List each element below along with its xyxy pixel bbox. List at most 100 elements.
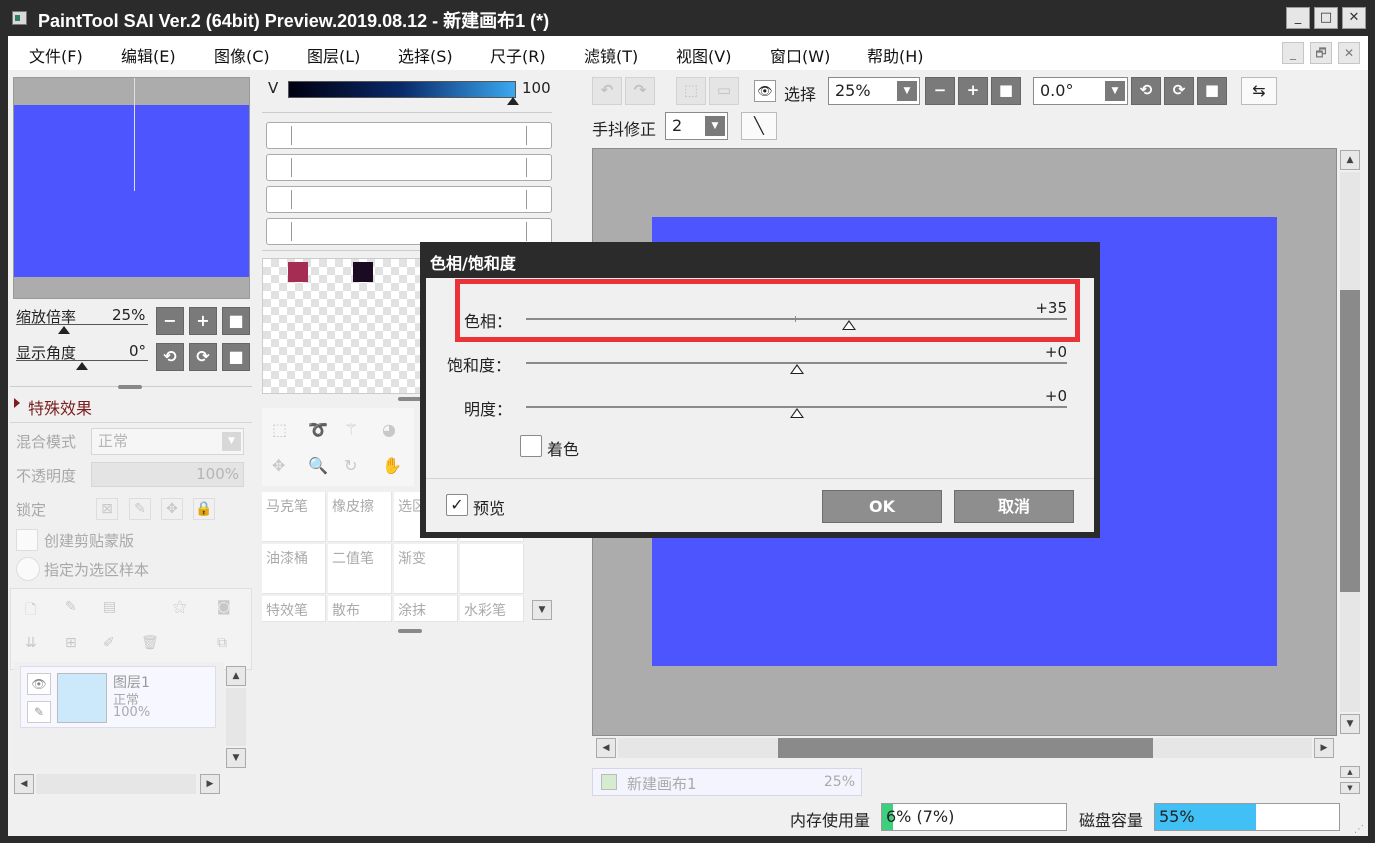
rotate-icon[interactable]: ↻ bbox=[344, 456, 357, 475]
clear-layer-icon[interactable]: ✐ bbox=[103, 635, 115, 651]
tool-marker[interactable]: 马克笔 bbox=[262, 492, 326, 542]
menu-file[interactable]: 文件(F) bbox=[29, 43, 83, 67]
layer-row[interactable]: 👁 ✎ 图层1 正常 100% bbox=[20, 666, 216, 728]
menu-ruler[interactable]: 尺子(R) bbox=[490, 43, 546, 67]
mdi-close-button[interactable]: ✕ bbox=[1338, 42, 1360, 64]
rotate-right-button[interactable]: ⟳ bbox=[189, 343, 217, 371]
opacity-slider[interactable]: 100% bbox=[91, 462, 244, 487]
mdi-minimize-button[interactable]: _ bbox=[1282, 42, 1304, 64]
zoom-out-button[interactable]: − bbox=[156, 307, 184, 335]
layer-visibility-eye-icon[interactable]: 👁 bbox=[27, 673, 51, 695]
lasso-icon[interactable]: ➰ bbox=[308, 420, 328, 439]
tool-scroll-down-button[interactable]: ▼ bbox=[532, 600, 552, 620]
custom-slider-2[interactable] bbox=[266, 154, 552, 181]
canvas-hscroll-thumb[interactable] bbox=[778, 738, 1153, 758]
tool-effect-pen[interactable]: 特效笔 bbox=[262, 596, 326, 622]
hand-icon[interactable]: ✋ bbox=[382, 456, 402, 475]
expand-arrow-icon[interactable] bbox=[14, 398, 20, 408]
color-picker-icon[interactable]: ◕ bbox=[382, 420, 396, 439]
minimize-button[interactable]: _ bbox=[1286, 7, 1310, 29]
tool-binary-pen[interactable]: 二值笔 bbox=[328, 544, 392, 594]
value-slider-thumb[interactable] bbox=[507, 97, 519, 105]
layer-scroll-down-button[interactable]: ▼ bbox=[226, 748, 246, 768]
tool-eraser[interactable]: 橡皮擦 bbox=[328, 492, 392, 542]
swatch-1[interactable] bbox=[288, 262, 308, 282]
close-button[interactable]: ✕ bbox=[1342, 7, 1366, 29]
invert-selection-button[interactable]: ▭ bbox=[709, 77, 739, 105]
zoom-combo[interactable]: 25% ▼ bbox=[828, 77, 920, 105]
toolbar-rotate-right-button[interactable]: ⟳ bbox=[1164, 77, 1194, 105]
move-icon[interactable]: ✥ bbox=[272, 456, 285, 475]
magic-wand-icon[interactable]: ⚚ bbox=[344, 420, 358, 439]
canvas-scroll-left-button[interactable]: ◀ bbox=[596, 738, 616, 758]
selection-visibility-eye-icon[interactable]: 👁 bbox=[754, 80, 776, 102]
zoom-slider[interactable] bbox=[16, 324, 148, 325]
toolbar-zoom-in-button[interactable]: + bbox=[958, 77, 988, 105]
toolbar-zoom-reset-button[interactable]: ■ bbox=[991, 77, 1021, 105]
preview-checkbox[interactable]: ✓ bbox=[446, 494, 468, 516]
layer-mask-icon[interactable]: ◙ bbox=[217, 599, 231, 615]
zoom-reset-button[interactable]: ■ bbox=[222, 307, 250, 335]
tool-empty-2[interactable] bbox=[460, 544, 524, 594]
zoom-icon[interactable]: 🔍 bbox=[308, 456, 328, 475]
lock-transparency-icon[interactable]: ⊠ bbox=[96, 498, 118, 520]
document-tab[interactable]: 新建画布1 25% bbox=[592, 768, 862, 796]
layer-effect-icon[interactable]: ⚝ bbox=[173, 599, 187, 615]
angle-slider[interactable] bbox=[16, 360, 148, 361]
canvas-scroll-up-button[interactable]: ▲ bbox=[1340, 150, 1360, 170]
zoom-in-button[interactable]: + bbox=[189, 307, 217, 335]
menu-select[interactable]: 选择(S) bbox=[398, 43, 453, 67]
custom-slider-1[interactable] bbox=[266, 122, 552, 149]
tool-bucket[interactable]: 油漆桶 bbox=[262, 544, 326, 594]
rect-select-icon[interactable]: ⬚ bbox=[272, 420, 287, 439]
zoom-slider-thumb[interactable] bbox=[58, 326, 70, 334]
tool-gradient[interactable]: 渐变 bbox=[394, 544, 458, 594]
new-vector-layer-icon[interactable]: ✎ bbox=[65, 599, 77, 615]
toolbar-zoom-out-button[interactable]: − bbox=[925, 77, 955, 105]
layer-scrollbar-track[interactable] bbox=[226, 688, 246, 746]
merge-down-icon[interactable]: ⇊ bbox=[25, 635, 37, 651]
menu-edit[interactable]: 编辑(E) bbox=[121, 43, 176, 67]
panel-splitter-handle[interactable] bbox=[118, 385, 142, 389]
layer-scroll-up-button[interactable]: ▲ bbox=[226, 666, 246, 686]
colorize-checkbox[interactable] bbox=[520, 435, 542, 457]
menu-layer[interactable]: 图层(L) bbox=[307, 43, 360, 67]
apply-mask-icon[interactable]: ⧉ bbox=[217, 635, 227, 651]
selection-sample-radio[interactable] bbox=[16, 557, 40, 581]
rotation-combo[interactable]: 0.0° ▼ bbox=[1033, 77, 1128, 105]
canvas-scroll-right-button[interactable]: ▶ bbox=[1314, 738, 1334, 758]
layer-edit-pencil-icon[interactable]: ✎ bbox=[27, 701, 51, 723]
effects-header[interactable]: 特殊效果 bbox=[28, 395, 92, 419]
menu-image[interactable]: 图像(C) bbox=[214, 43, 270, 67]
duplicate-layer-icon[interactable]: ⊞ bbox=[65, 635, 77, 651]
lightness-slider-thumb[interactable] bbox=[789, 408, 804, 418]
menu-window[interactable]: 窗口(W) bbox=[770, 43, 830, 67]
tab-scroll-down-button[interactable]: ▼ bbox=[1340, 782, 1360, 794]
new-layer-icon[interactable]: 🗋 bbox=[25, 599, 36, 623]
panel-splitter-handle[interactable] bbox=[398, 397, 422, 401]
lock-paint-icon[interactable]: ✎ bbox=[129, 498, 151, 520]
tool-smudge[interactable]: 涂抹 bbox=[394, 596, 458, 622]
canvas-scroll-down-button[interactable]: ▼ bbox=[1340, 714, 1360, 734]
layer-scroll-right-button[interactable]: ▶ bbox=[200, 774, 220, 794]
rotate-left-button[interactable]: ⟲ bbox=[156, 343, 184, 371]
menu-view[interactable]: 视图(V) bbox=[676, 43, 731, 67]
menu-help[interactable]: 帮助(H) bbox=[867, 43, 924, 67]
deselect-button[interactable]: ⬚ bbox=[676, 77, 706, 105]
menu-filter[interactable]: 滤镜(T) bbox=[584, 43, 638, 67]
blend-mode-select[interactable]: 正常 ▼ bbox=[91, 428, 244, 455]
undo-button[interactable]: ↶ bbox=[592, 77, 622, 105]
maximize-button[interactable]: □ bbox=[1314, 7, 1338, 29]
navigator-preview[interactable] bbox=[13, 77, 250, 299]
mdi-restore-button[interactable]: 🗗 bbox=[1310, 42, 1332, 64]
saturation-slider-thumb[interactable] bbox=[789, 364, 804, 374]
swatch-2[interactable] bbox=[353, 262, 373, 282]
clip-mask-checkbox[interactable] bbox=[16, 529, 38, 551]
layer-scroll-left-button[interactable]: ◀ bbox=[14, 774, 34, 794]
cancel-button[interactable]: 取消 bbox=[954, 490, 1074, 523]
value-slider[interactable] bbox=[288, 81, 516, 98]
straight-line-icon[interactable]: ╲ bbox=[741, 112, 777, 140]
angle-slider-thumb[interactable] bbox=[76, 362, 88, 370]
tool-watercolor[interactable]: 水彩笔 bbox=[460, 596, 524, 622]
layer-hscrollbar-track[interactable] bbox=[36, 774, 196, 794]
